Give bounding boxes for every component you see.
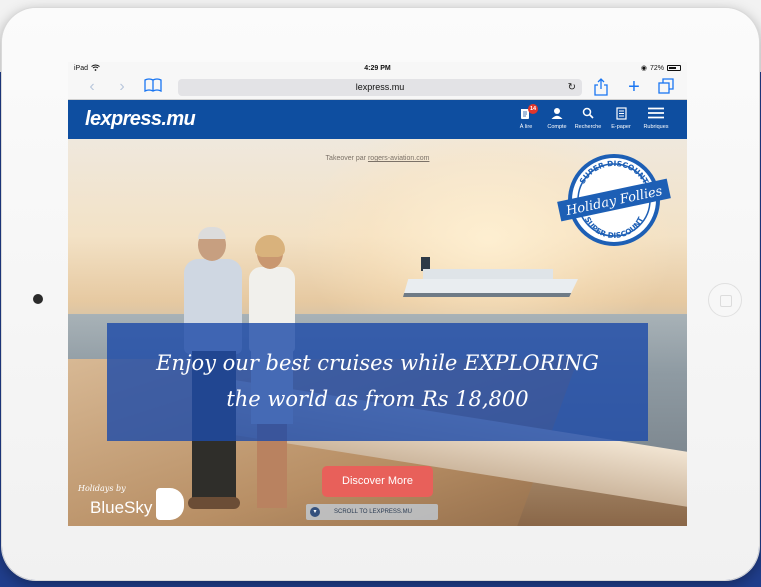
nav-label: Rubriques [643,124,669,130]
down-arrow-icon: ▾ [310,507,320,517]
camera [33,294,43,304]
discover-more-button[interactable]: Discover More [322,466,433,497]
reload-icon[interactable]: ↻ [568,79,576,96]
nav-label: À lire [519,124,533,130]
nav-item-compte[interactable]: Compte [540,107,574,131]
nav-label: Compte [547,124,567,130]
wifi-icon [91,64,100,73]
hero-banner: Takeover par rogers-aviation.com SUPER D… [68,139,687,526]
nav-label: E-paper [611,124,631,130]
ipad-screen: iPad 4:29 PM ◉ 72% ‹ › lexpress.mu ↻ + l… [68,62,687,526]
site-header: lexpress.mu 14 À lire Compte Recherche E… [68,100,687,139]
nav-item-a-lire[interactable]: 14 À lire [509,104,543,131]
nav-item-rubriques[interactable]: Rubriques [639,107,673,131]
scroll-to-site-button[interactable]: ▾ SCROLL TO LEXPRESS.MU [306,504,438,520]
nav-item-epaper[interactable]: E-paper [604,107,638,131]
brand-tagline: Holidays by [78,484,126,493]
menu-icon [639,107,673,123]
share-icon[interactable] [591,78,611,96]
promo-headline-box: Enjoy our best cruises while EXPLORING t… [107,323,648,441]
holiday-follies-stamp: SUPER DISCOUNT SUPER DISCOUNT Holiday Fo… [557,154,671,246]
home-button[interactable] [708,283,742,317]
bluesky-logo: Holidays by BlueSky [78,484,188,524]
takeover-prefix: Takeover par [325,155,367,162]
new-tab-icon[interactable]: + [624,77,644,97]
notification-badge: 14 [528,104,538,114]
site-logo[interactable]: lexpress.mu [85,108,196,131]
url-text: lexpress.mu [355,82,405,92]
user-icon [540,107,574,123]
address-bar[interactable]: lexpress.mu ↻ [178,79,582,96]
bookmarks-icon[interactable] [143,78,163,96]
nav-label: Recherche [574,124,602,130]
browser-toolbar: ‹ › lexpress.mu ↻ + [68,74,687,100]
promo-headline: Enjoy our best cruises while EXPLORING t… [156,351,599,411]
battery-icon [667,65,681,71]
takeover-link[interactable]: rogers-aviation.com [368,155,429,162]
scroll-label: SCROLL TO LEXPRESS.MU [334,509,412,515]
forward-arrow-icon[interactable]: › [112,78,132,96]
battery-fill [669,67,677,69]
epaper-icon [604,107,638,123]
cruise-ship-image [403,257,578,305]
search-icon [571,107,605,123]
tabs-icon[interactable] [656,78,676,96]
brand-name: BlueSky [90,498,153,517]
location-icon: ◉ [640,65,647,72]
nav-item-recherche[interactable]: Recherche [571,107,605,131]
device-label: iPad [74,64,89,72]
status-time: 4:29 PM [364,64,391,72]
back-arrow-icon[interactable]: ‹ [82,78,102,96]
status-bar: iPad 4:29 PM ◉ 72% [68,62,687,74]
bluesky-mark-icon [156,488,184,520]
battery-percent: 72% [649,64,664,72]
